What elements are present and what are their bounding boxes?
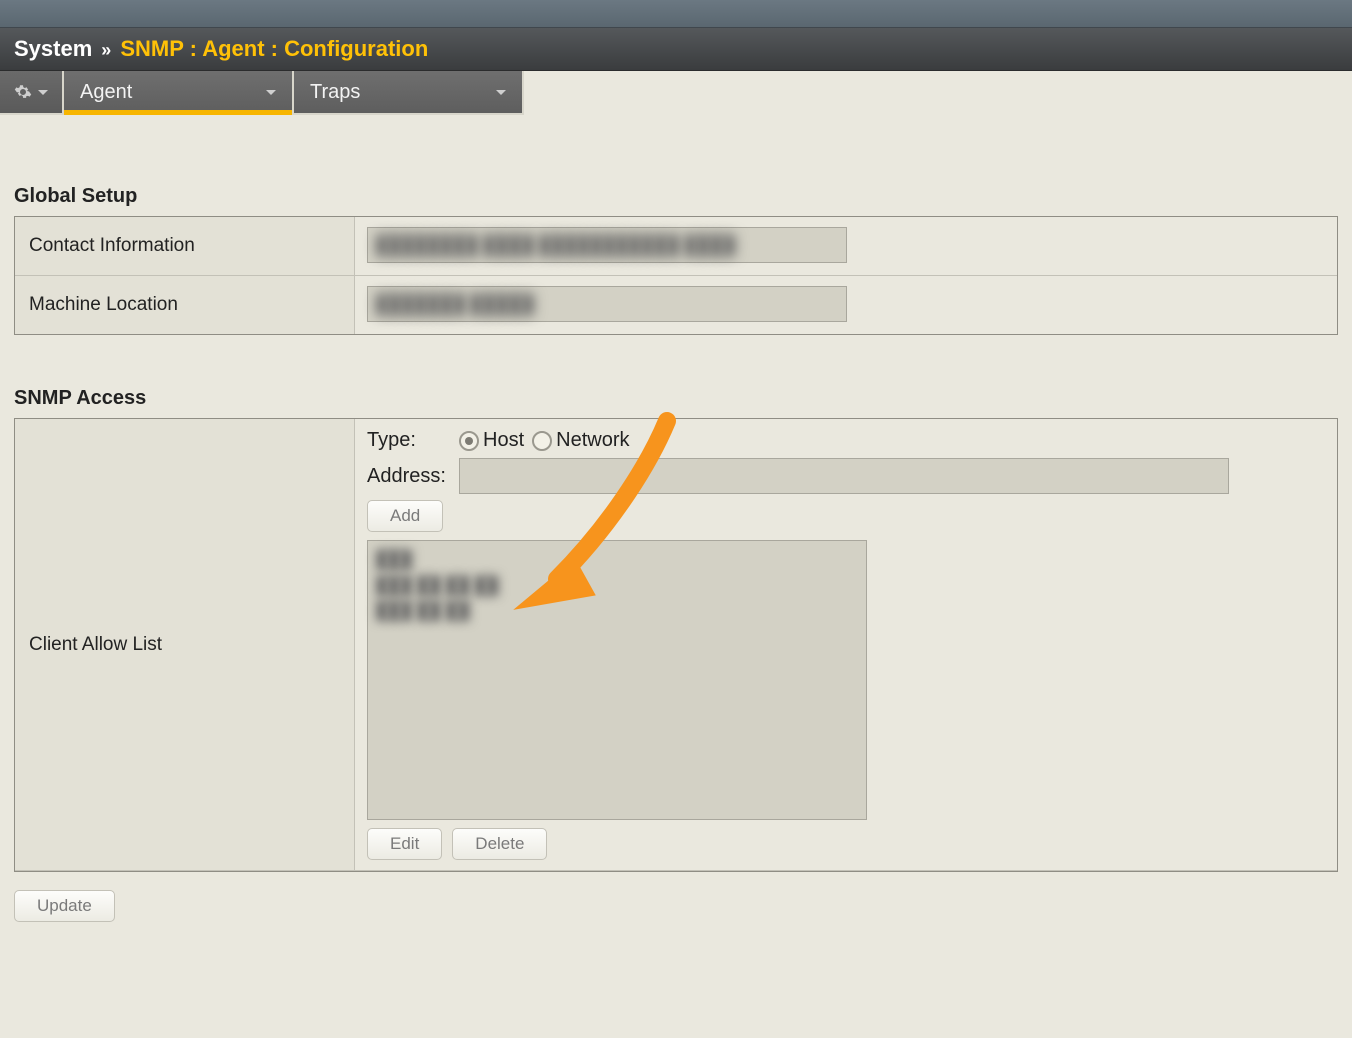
chevron-down-icon xyxy=(38,90,48,95)
breadcrumb-separator: » xyxy=(101,40,111,60)
address-input[interactable] xyxy=(459,458,1229,494)
delete-button[interactable]: Delete xyxy=(452,828,547,860)
edit-button[interactable]: Edit xyxy=(367,828,442,860)
row-contact-information: Contact Information ████████ ████ ██████… xyxy=(15,217,1337,276)
add-button[interactable]: Add xyxy=(367,500,443,532)
window-top-bar xyxy=(0,0,1352,28)
address-row: Address: xyxy=(367,458,1325,494)
breadcrumb: System » SNMP : Agent : Configuration xyxy=(0,28,1352,71)
machine-location-input[interactable]: ███████ █████ xyxy=(367,286,847,322)
panel-snmp-access: Client Allow List Type: Host Network Add… xyxy=(14,418,1338,872)
radio-label-network: Network xyxy=(556,429,629,452)
tab-settings-menu[interactable] xyxy=(0,71,64,115)
section-title-global-setup: Global Setup xyxy=(14,185,1338,208)
tab-strip: Agent Traps xyxy=(0,71,1352,115)
tab-agent[interactable]: Agent xyxy=(64,71,294,115)
list-item[interactable]: ███ xyxy=(376,547,858,573)
breadcrumb-prefix: System xyxy=(14,36,92,61)
chevron-down-icon xyxy=(496,90,506,95)
tab-label: Traps xyxy=(310,81,360,104)
field-label: Client Allow List xyxy=(15,419,355,870)
radio-type-network[interactable] xyxy=(532,431,552,451)
radio-type-host[interactable] xyxy=(459,431,479,451)
section-title-snmp-access: SNMP Access xyxy=(14,387,1338,410)
list-item[interactable]: ███ ██ ██ ██ xyxy=(376,573,858,599)
type-row: Type: Host Network xyxy=(367,429,1325,452)
panel-global-setup: Contact Information ████████ ████ ██████… xyxy=(14,216,1338,335)
client-allow-listbox[interactable]: ███ ███ ██ ██ ██ ███ ██ ██ xyxy=(367,540,867,820)
field-label: Machine Location xyxy=(15,276,355,334)
list-item[interactable]: ███ ██ ██ xyxy=(376,598,858,624)
tab-label: Agent xyxy=(80,81,132,104)
row-client-allow-list: Client Allow List Type: Host Network Add… xyxy=(15,419,1337,871)
update-button[interactable]: Update xyxy=(14,890,115,922)
radio-label-host: Host xyxy=(483,429,524,452)
row-machine-location: Machine Location ███████ █████ xyxy=(15,276,1337,334)
breadcrumb-path: SNMP : Agent : Configuration xyxy=(120,36,428,61)
type-label: Type: xyxy=(367,429,459,452)
gear-icon xyxy=(14,83,32,101)
tab-traps[interactable]: Traps xyxy=(294,71,524,115)
chevron-down-icon xyxy=(266,90,276,95)
contact-information-input[interactable]: ████████ ████ ███████████ ████ xyxy=(367,227,847,263)
address-label: Address: xyxy=(367,465,459,488)
field-label: Contact Information xyxy=(15,217,355,275)
